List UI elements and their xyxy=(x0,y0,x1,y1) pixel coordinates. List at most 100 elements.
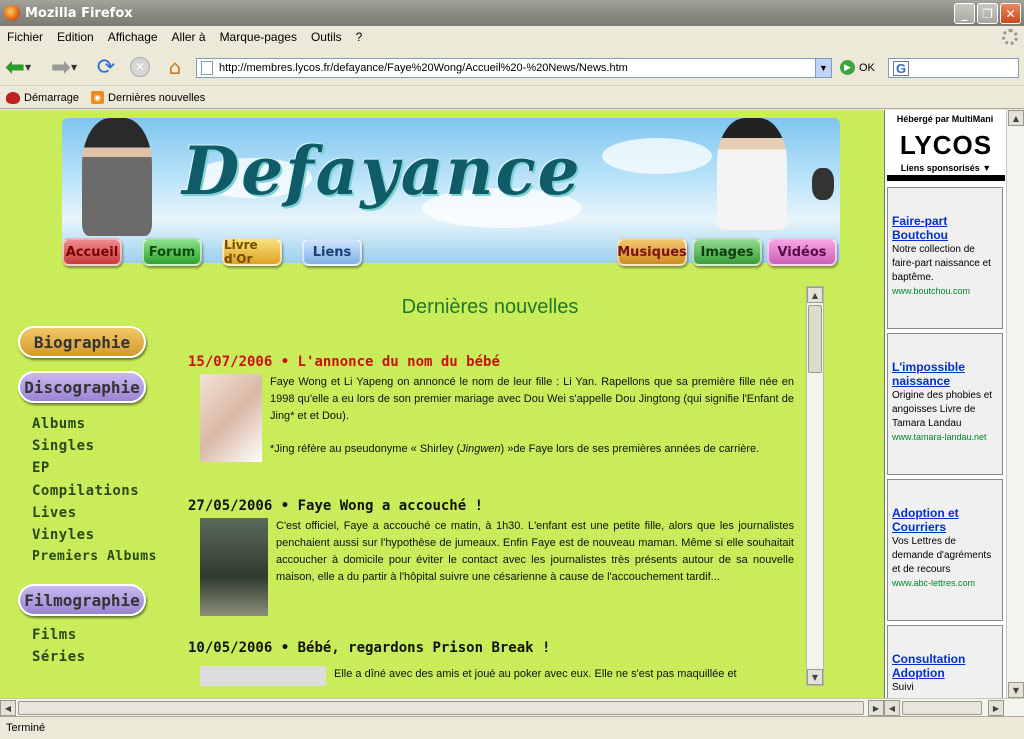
news-title: 10/05/2006 • Bébé, regardons Prison Brea… xyxy=(188,640,551,656)
artist-photo-left xyxy=(82,118,152,236)
ad-card[interactable]: Faire-part Boutchou Notre collection de … xyxy=(887,187,1003,329)
url-bar[interactable]: http://membres.lycos.fr/defayance/Faye%2… xyxy=(196,58,832,78)
scroll-down-icon[interactable]: ▼ xyxy=(1008,682,1024,698)
back-button[interactable]: ⬅ ▼ xyxy=(4,53,32,81)
sponsored-frame: Hébergé par MultiMani LYCOS Liens sponso… xyxy=(884,110,1006,739)
page-content: Defayance Accueil Forum Livre d'Or Liens… xyxy=(0,110,884,698)
news-heading: Dernières nouvelles xyxy=(401,296,579,318)
tab-liens[interactable]: Liens xyxy=(302,238,362,266)
bookmark-demarrage[interactable]: Démarrage xyxy=(0,91,85,104)
artist-photo-right xyxy=(717,118,787,230)
menu-help[interactable]: ? xyxy=(349,30,370,44)
stop-button[interactable]: ✕ xyxy=(128,54,152,80)
menu-biographie-button[interactable]: Biographie xyxy=(18,326,146,358)
tab-musiques[interactable]: Musiques xyxy=(617,238,687,266)
menu-fichier[interactable]: Fichier xyxy=(0,30,50,44)
menu-item-albums[interactable]: Albums xyxy=(32,416,86,432)
google-search-icon[interactable]: G xyxy=(893,60,909,76)
reload-button[interactable]: ⟳ xyxy=(94,54,118,80)
window-controls: _ ❐ ✕ xyxy=(954,3,1021,24)
ad-url[interactable]: www.boutchou.com xyxy=(892,286,998,296)
news-text: Elle a dîné avec des amis et joué au pok… xyxy=(334,668,737,680)
scroll-left-icon[interactable]: ◀ xyxy=(884,700,900,716)
menu-item-ep[interactable]: EP xyxy=(32,460,50,476)
ad-title[interactable]: Adoption et Courriers xyxy=(892,506,998,534)
news-text: C'est officiel, Faye a accouché ce matin… xyxy=(276,520,794,583)
menu-affichage[interactable]: Affichage xyxy=(101,30,165,44)
url-dropdown-icon[interactable]: ▼ xyxy=(815,59,831,77)
forward-button[interactable]: ➡ ▼ xyxy=(50,53,78,81)
tab-accueil[interactable]: Accueil xyxy=(62,238,122,266)
scroll-down-icon[interactable]: ▼ xyxy=(807,669,823,685)
ad-description: Notre collection de faire-part naissance… xyxy=(892,244,991,283)
menu-edition[interactable]: Edition xyxy=(50,30,101,44)
home-button[interactable]: ⌂ xyxy=(162,54,188,80)
scroll-right-icon[interactable]: ▶ xyxy=(988,700,1004,716)
menu-item-films[interactable]: Films xyxy=(32,627,77,643)
maximize-button[interactable]: ❐ xyxy=(977,3,998,24)
menu-item-premiers-albums[interactable]: Premiers Albums xyxy=(32,549,157,564)
firefox-icon xyxy=(4,5,20,21)
menu-item-compilations[interactable]: Compilations xyxy=(32,483,139,499)
ad-frame-scrollbar[interactable]: ▲ ▼ xyxy=(1006,110,1024,698)
menu-marque-pages[interactable]: Marque-pages xyxy=(213,30,304,44)
menu-outils[interactable]: Outils xyxy=(304,30,349,44)
news-text: Faye Wong et Li Yapeng on annoncé le nom… xyxy=(270,374,794,462)
news-scrollbar[interactable]: ▲ ▼ xyxy=(806,286,824,686)
news-body: Faye Wong et Li Yapeng on annoncé le nom… xyxy=(188,374,794,462)
menu-item-vinyles[interactable]: Vinyles xyxy=(32,527,95,543)
news-title: 15/07/2006 • L'annonce du nom du bébé xyxy=(188,354,500,370)
menu-filmographie-button[interactable]: Filmographie xyxy=(18,584,146,616)
scrollbar-thumb[interactable] xyxy=(902,701,982,715)
tab-videos[interactable]: Vidéos xyxy=(767,238,837,266)
ad-title[interactable]: Consultation Adoption xyxy=(892,652,998,680)
bookmark-label: Démarrage xyxy=(24,91,80,104)
menu-aller[interactable]: Aller à xyxy=(165,30,213,44)
ad-horizontal-scrollbar[interactable]: ◀ ▶ xyxy=(884,698,1024,716)
scrollbar-thumb[interactable] xyxy=(808,305,822,373)
bookmark-favicon-icon xyxy=(6,91,20,104)
scroll-up-icon[interactable]: ▲ xyxy=(1008,110,1024,126)
news-date: 15/07/2006 xyxy=(188,354,273,370)
menu-item-series[interactable]: Séries xyxy=(32,649,86,665)
tab-forum[interactable]: Forum xyxy=(142,238,202,266)
close-button[interactable]: ✕ xyxy=(1000,3,1021,24)
ad-url[interactable]: www.tamara-landau.net xyxy=(892,432,998,442)
news-date: 27/05/2006 xyxy=(188,498,273,514)
menu-item-singles[interactable]: Singles xyxy=(32,438,95,454)
forward-dropdown-icon[interactable]: ▼ xyxy=(71,63,77,72)
search-box[interactable]: G xyxy=(888,58,1019,78)
page-horizontal-scrollbar[interactable]: ◀ ▶ xyxy=(0,698,884,716)
scroll-left-icon[interactable]: ◀ xyxy=(0,700,16,716)
news-title: 27/05/2006 • Faye Wong a accouché ! xyxy=(188,498,484,514)
menu-discographie-button[interactable]: Discographie xyxy=(18,371,146,403)
tab-livre-dor[interactable]: Livre d'Or xyxy=(222,238,282,266)
news-photo xyxy=(200,666,326,686)
page-icon xyxy=(201,61,213,75)
tab-images[interactable]: Images xyxy=(692,238,762,266)
minimize-button[interactable]: _ xyxy=(954,3,975,24)
ad-card[interactable]: L'impossible naissance Origine des phobi… xyxy=(887,333,1003,475)
scroll-up-icon[interactable]: ▲ xyxy=(807,287,823,303)
ad-title[interactable]: Faire-part Boutchou xyxy=(892,214,998,242)
go-button[interactable]: ▶ OK xyxy=(840,60,875,75)
site-logo: Defayance xyxy=(182,132,582,210)
news-headline: Faye Wong a accouché ! xyxy=(297,498,484,514)
ad-title[interactable]: L'impossible naissance xyxy=(892,360,998,388)
reload-icon: ⟳ xyxy=(96,54,116,80)
stop-icon: ✕ xyxy=(130,57,150,77)
ad-description: Suivi xyxy=(892,682,914,693)
scrollbar-thumb[interactable] xyxy=(18,701,864,715)
ad-card[interactable]: Adoption et Courriers Vos Lettres de dem… xyxy=(887,479,1003,621)
menu-item-lives[interactable]: Lives xyxy=(32,505,77,521)
hosting-label: Hébergé par MultiMani xyxy=(896,114,994,124)
bookmark-dernieres-nouvelles[interactable]: ◉ Dernières nouvelles xyxy=(85,91,211,104)
back-dropdown-icon[interactable]: ▼ xyxy=(25,63,31,72)
news-headline: L'annonce du nom du bébé xyxy=(297,354,500,370)
speaker-icon xyxy=(812,168,834,200)
scroll-right-icon[interactable]: ▶ xyxy=(868,700,884,716)
news-note: *Jing réfère au pseudonyme « Shirley (Ji… xyxy=(270,443,760,455)
ad-url[interactable]: www.abc-lettres.com xyxy=(892,578,998,588)
lycos-logo[interactable]: LYCOS xyxy=(889,130,1003,161)
news-headline: Bébé, regardons Prison Break ! xyxy=(297,640,551,656)
